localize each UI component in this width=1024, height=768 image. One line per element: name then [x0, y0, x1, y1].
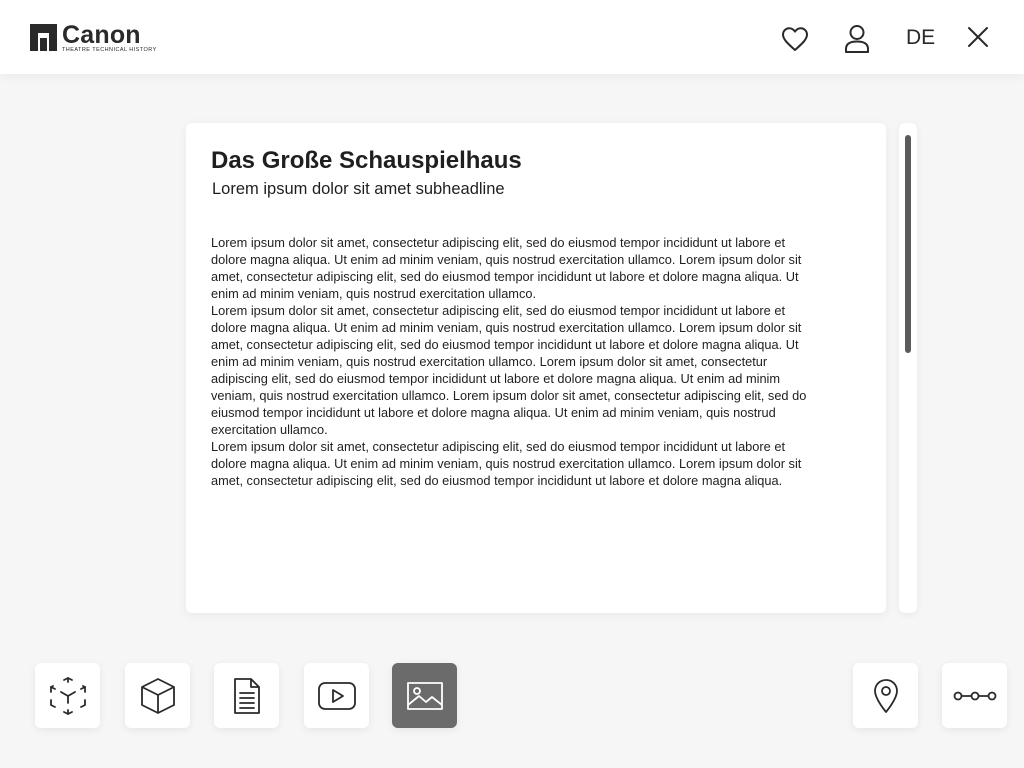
close-button[interactable] [961, 20, 995, 54]
language-switch[interactable]: DE [906, 26, 935, 50]
timeline-icon [953, 691, 996, 700]
scrollbar[interactable] [899, 123, 917, 613]
document-icon [233, 677, 260, 714]
3d-model-button[interactable] [125, 663, 190, 728]
document-button[interactable] [214, 663, 279, 728]
logo-name: Canon [62, 21, 141, 49]
video-button[interactable] [304, 663, 369, 728]
location-button[interactable] [853, 663, 918, 728]
timeline-button[interactable] [942, 663, 1007, 728]
article-paragraph: Lorem ipsum dolor sit amet, consectetur … [211, 235, 802, 301]
logo-tagline: THEATRE TECHNICAL HISTORY [62, 47, 157, 53]
video-icon [317, 681, 356, 710]
image-icon [406, 681, 443, 710]
article-subtitle: Lorem ipsum dolor sit amet subheadline [212, 180, 505, 198]
3d-model-icon [140, 677, 175, 714]
article-body: Lorem ipsum dolor sit amet, consectetur … [211, 234, 811, 489]
location-pin-icon [873, 678, 898, 713]
logo-mark-icon [30, 24, 57, 51]
scrollbar-thumb[interactable] [905, 135, 911, 353]
close-icon [968, 27, 988, 47]
article-paragraph: Lorem ipsum dolor sit amet, consectetur … [211, 439, 802, 488]
top-bar: Canon THEATRE TECHNICAL HISTORY DE [0, 0, 1024, 74]
image-gallery-button[interactable] [392, 663, 457, 728]
user-icon [845, 25, 869, 53]
article-card: Das Große Schauspielhaus Lorem ipsum dol… [186, 123, 886, 613]
logo-text: Canon THEATRE TECHNICAL HISTORY [62, 21, 157, 54]
canon-logo[interactable]: Canon THEATRE TECHNICAL HISTORY [30, 21, 157, 54]
account-button[interactable] [840, 22, 874, 56]
favorites-button[interactable] [778, 22, 812, 56]
ar-cube-icon [49, 676, 86, 715]
article-paragraph: Lorem ipsum dolor sit amet, consectetur … [211, 303, 807, 437]
heart-icon [782, 27, 808, 51]
article-title: Das Große Schauspielhaus [211, 147, 522, 174]
ar-view-button[interactable] [35, 663, 100, 728]
